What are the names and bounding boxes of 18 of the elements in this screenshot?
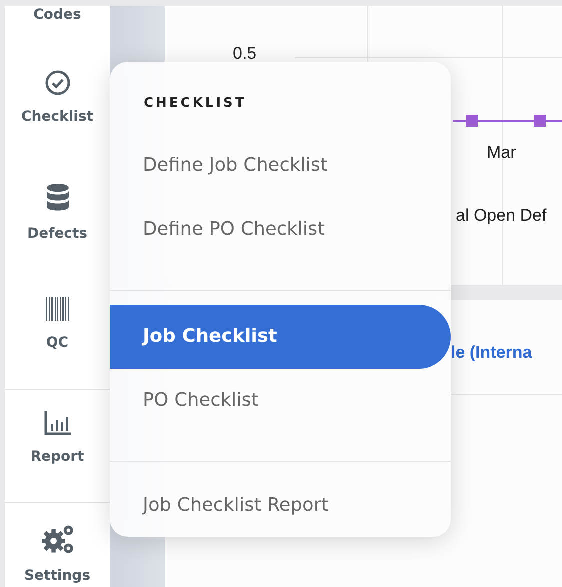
sidebar-item[interactable]: QC xyxy=(46,334,69,352)
axis-label: Mar xyxy=(487,143,516,163)
menu-item[interactable]: Job Checklist xyxy=(110,305,451,369)
menu-item[interactable]: PO Checklist xyxy=(110,369,451,433)
gears-icon[interactable] xyxy=(40,523,76,555)
menu-heading: CHECKLIST xyxy=(144,96,247,111)
menu-item[interactable]: Define PO Checklist xyxy=(110,198,451,262)
panel-title: le (Interna xyxy=(451,343,532,362)
sidebar-item[interactable]: Settings xyxy=(24,567,91,585)
menu-item[interactable]: Define Job Checklist xyxy=(110,134,451,198)
menu-item[interactable]: Job Checklist Report xyxy=(110,474,451,538)
legend-label: al Open Def xyxy=(456,206,547,226)
axis-label: 0.5 xyxy=(233,44,257,64)
bar-chart-icon[interactable] xyxy=(42,410,72,436)
sidebar-item[interactable]: Checklist xyxy=(22,108,94,126)
sidebar-item[interactable]: Defects xyxy=(27,225,88,243)
sidebar-item[interactable]: Report xyxy=(30,448,84,466)
sidebar-item[interactable]: Codes xyxy=(34,6,82,24)
